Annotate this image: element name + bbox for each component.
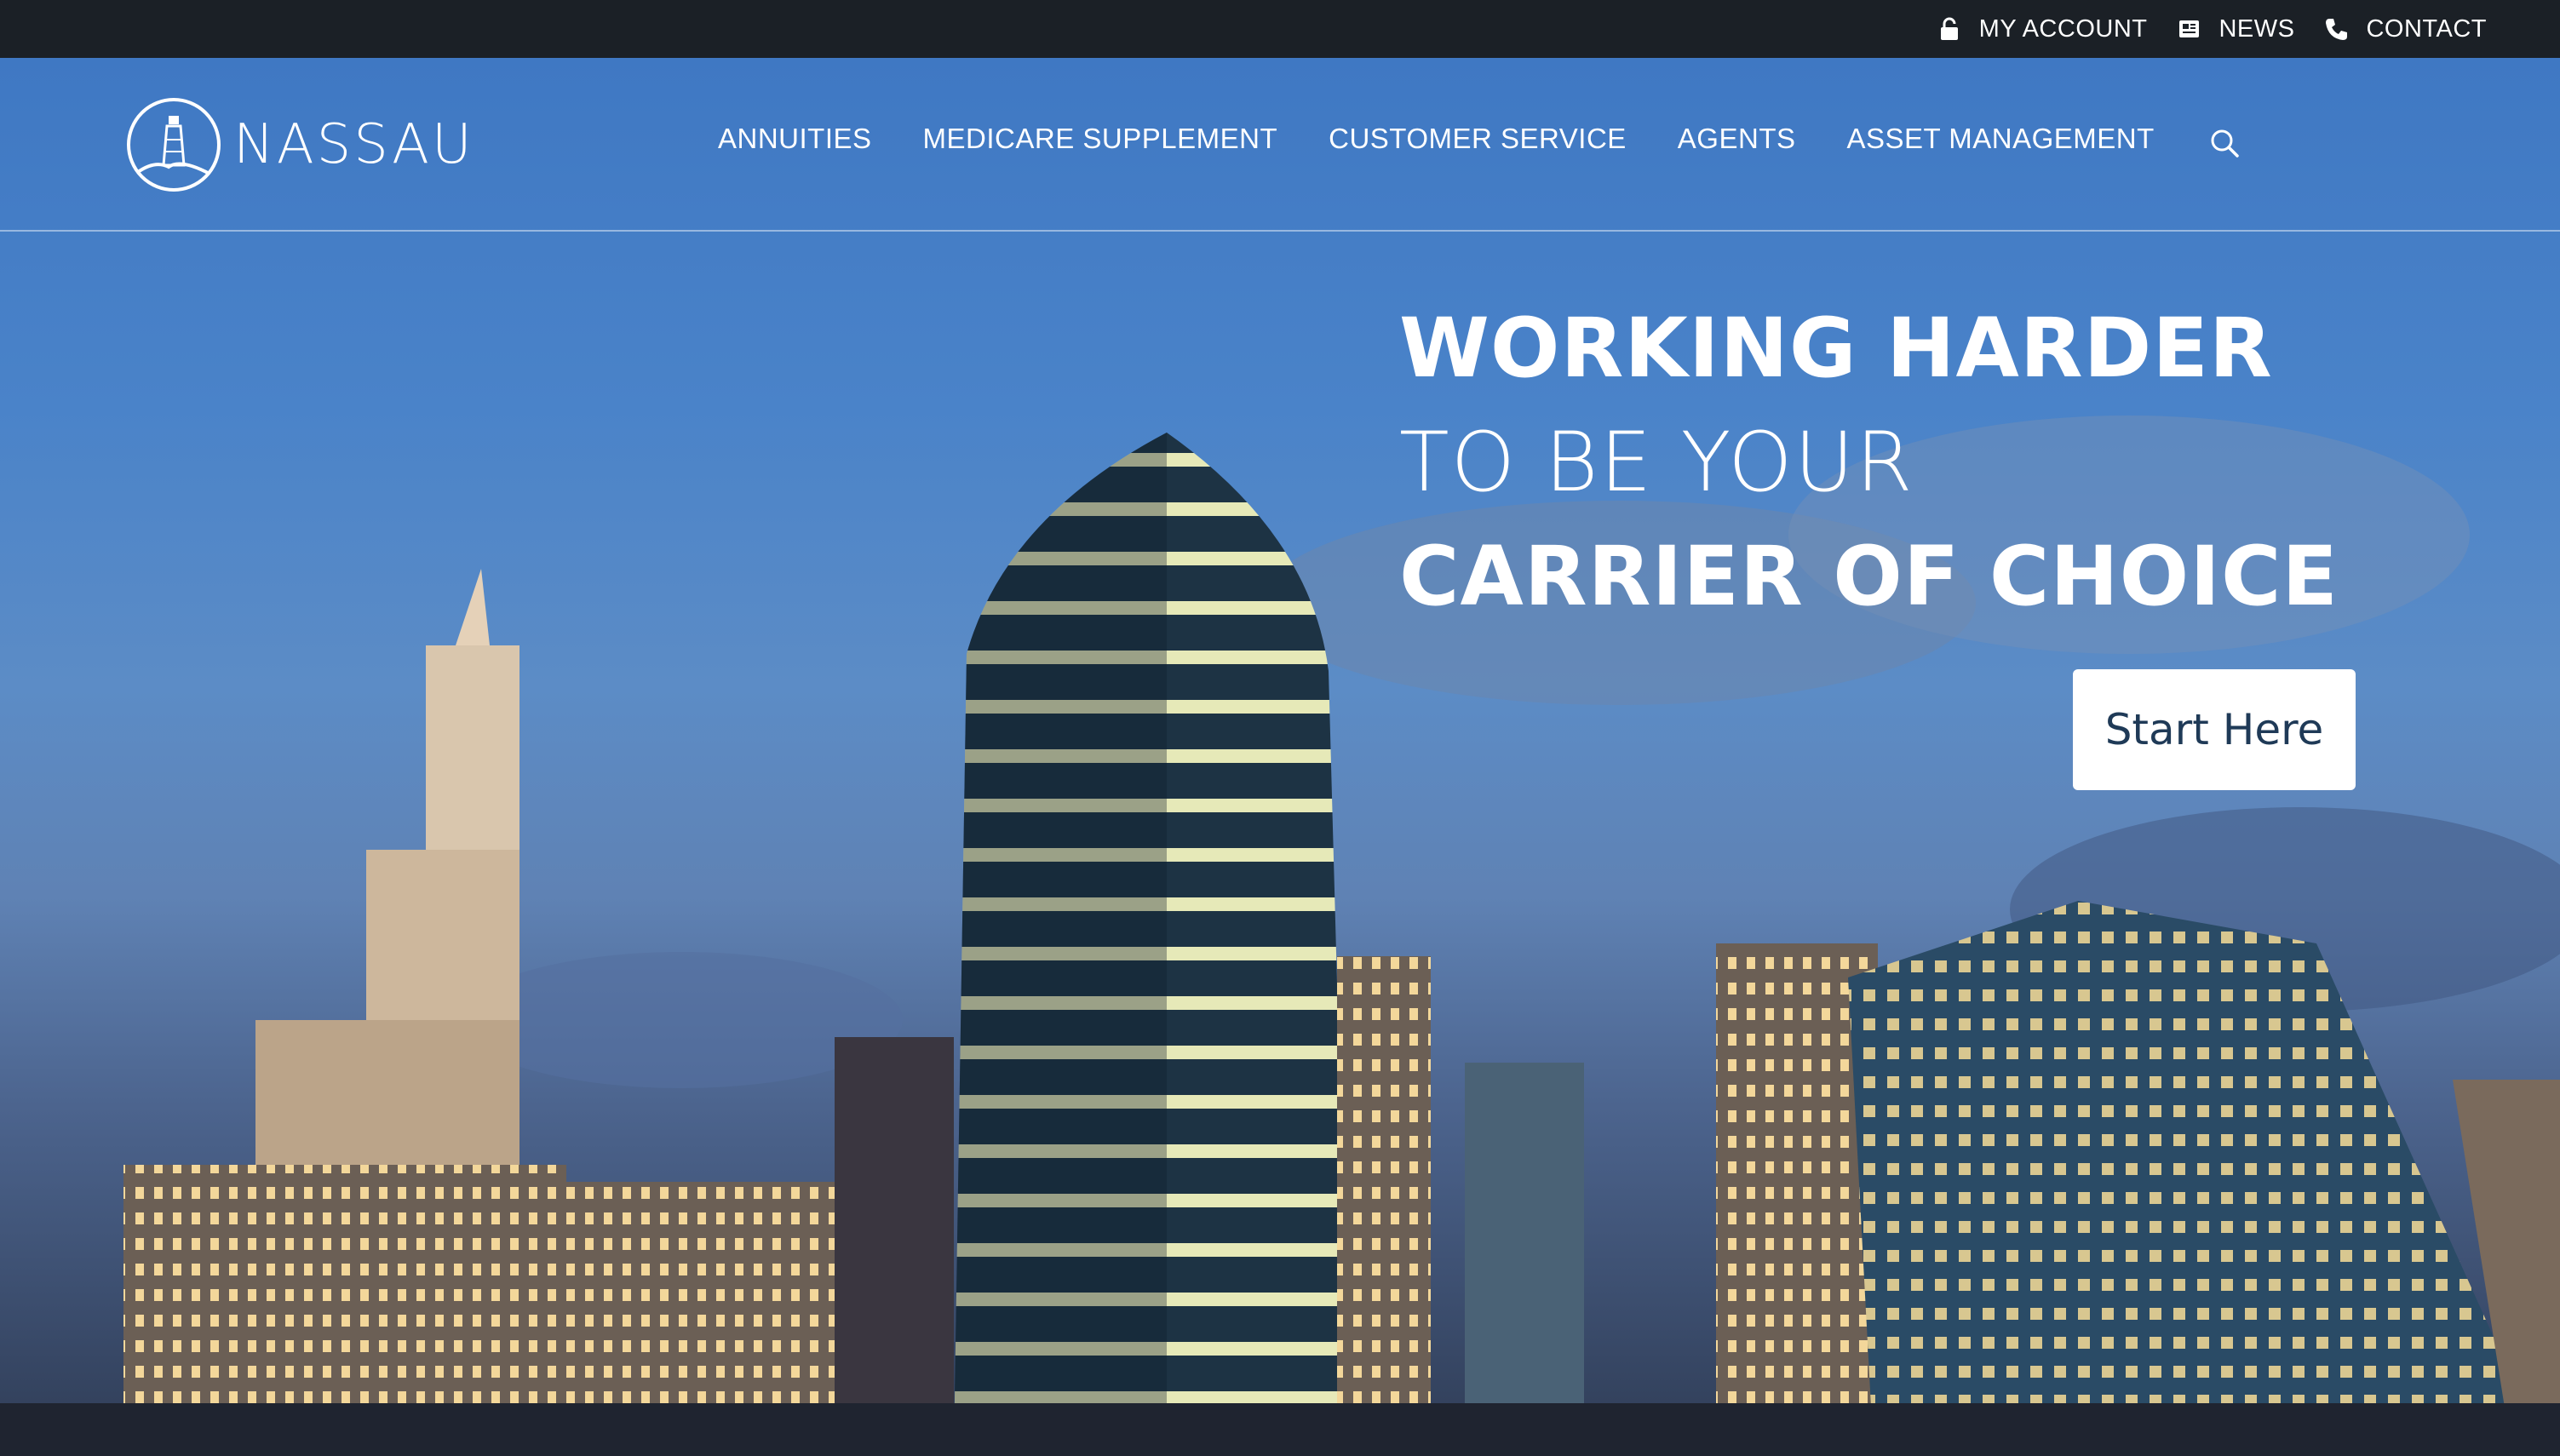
main-header: NASSAU ANNUITIES MEDICARE SUPPLEMENT CUS… [0,58,2560,232]
lock-icon [1937,16,1962,42]
nav-annuities[interactable]: ANNUITIES [718,123,872,155]
nassau-logo[interactable]: NASSAU [126,97,474,192]
headline-line-1: WORKING HARDER [1399,301,2273,396]
headline-line-3: CARRIER OF CHOICE [1399,529,2339,624]
lighthouse-logo-icon [126,97,221,192]
search-icon [2209,128,2240,158]
contact-label: CONTACT [2366,14,2487,43]
nav-customer-service[interactable]: CUSTOMER SERVICE [1329,123,1627,155]
search-button[interactable] [2209,128,2240,158]
primary-nav: ANNUITIES MEDICARE SUPPLEMENT CUSTOMER S… [718,123,2206,155]
contact-link[interactable]: CONTACT [2323,15,2487,43]
logo-text: NASSAU [233,113,474,176]
hero-headline: WORKING HARDER TO BE YOUR CARRIER OF CHO… [1399,291,2339,633]
headline-line-2: TO BE YOUR [1399,415,1914,510]
nav-agents[interactable]: AGENTS [1678,123,1796,155]
nav-asset-management[interactable]: ASSET MANAGEMENT [1847,123,2155,155]
news-label: NEWS [2218,14,2295,43]
nav-medicare-supplement[interactable]: MEDICARE SUPPLEMENT [923,123,1278,155]
my-account-label: MY ACCOUNT [1978,14,2148,43]
news-link[interactable]: NEWS [2176,15,2294,43]
newspaper-icon [2176,16,2201,42]
my-account-link[interactable]: MY ACCOUNT [1937,15,2148,43]
start-here-button[interactable]: Start Here [2073,669,2356,790]
phone-icon [2323,16,2349,42]
utility-bar: MY ACCOUNT NEWS CONTACT [0,0,2560,58]
